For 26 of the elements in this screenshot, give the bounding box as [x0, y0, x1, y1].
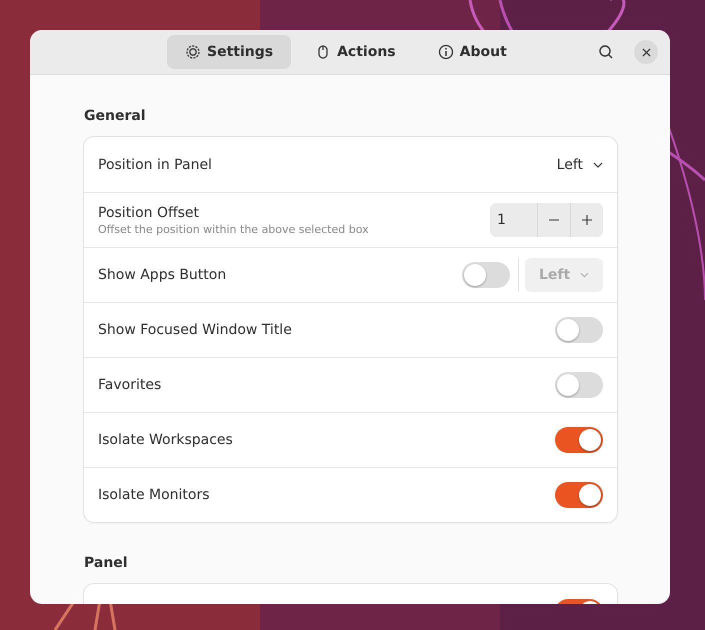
caret-icon [593, 162, 603, 168]
close-icon [642, 48, 650, 56]
tab[interactable]: About [420, 35, 525, 69]
section-heading: General [84, 108, 147, 124]
tab[interactable]: Actions [297, 35, 414, 69]
close-button[interactable] [634, 40, 658, 64]
row-label: Favorites [98, 377, 162, 393]
row-description: Offset the position within the above selected box [98, 222, 369, 236]
tab[interactable]: Settings [167, 35, 292, 69]
info-icon [438, 44, 454, 60]
row-label: Isolate Monitors [98, 487, 210, 503]
row-label: Show Apps Button [98, 267, 226, 283]
toggle-switch[interactable] [555, 482, 603, 508]
row-label: Position Offset [98, 204, 200, 220]
caret-icon [580, 272, 589, 278]
toggle-switch[interactable] [555, 372, 603, 398]
toggle-switch[interactable] [555, 427, 603, 453]
gear-icon [185, 44, 201, 60]
section-heading: Panel [84, 555, 129, 571]
row-label: Position in Panel [98, 156, 212, 172]
dropdown[interactable]: Left [556, 156, 603, 172]
toggle-switch[interactable] [555, 317, 603, 343]
row-label: Show Focused Window Title [98, 322, 292, 338]
row-label: Isolate Workspaces [98, 432, 233, 448]
plus-icon [581, 214, 593, 226]
search-icon[interactable] [598, 44, 614, 60]
